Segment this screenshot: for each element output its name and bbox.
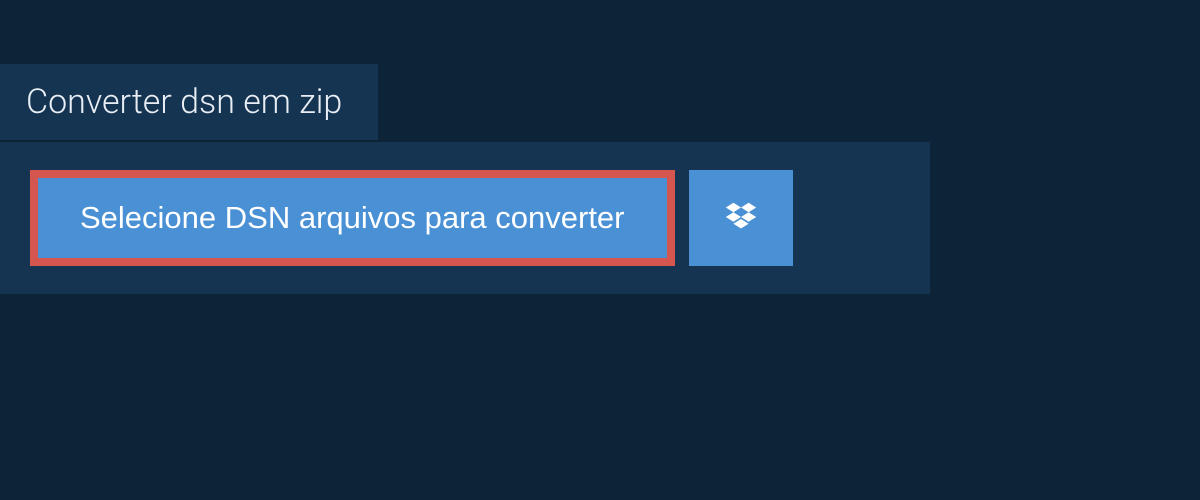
tab-converter[interactable]: Converter dsn em zip	[0, 64, 378, 140]
select-files-label: Selecione DSN arquivos para converter	[80, 200, 625, 236]
select-button-highlight: Selecione DSN arquivos para converter	[30, 170, 675, 266]
dropbox-upload-button[interactable]	[689, 170, 793, 266]
tab-label: Converter dsn em zip	[26, 82, 342, 122]
select-files-button[interactable]: Selecione DSN arquivos para converter	[38, 178, 667, 258]
button-row: Selecione DSN arquivos para converter	[30, 170, 900, 266]
converter-panel: Selecione DSN arquivos para converter	[0, 142, 930, 294]
dropbox-icon	[722, 199, 760, 237]
